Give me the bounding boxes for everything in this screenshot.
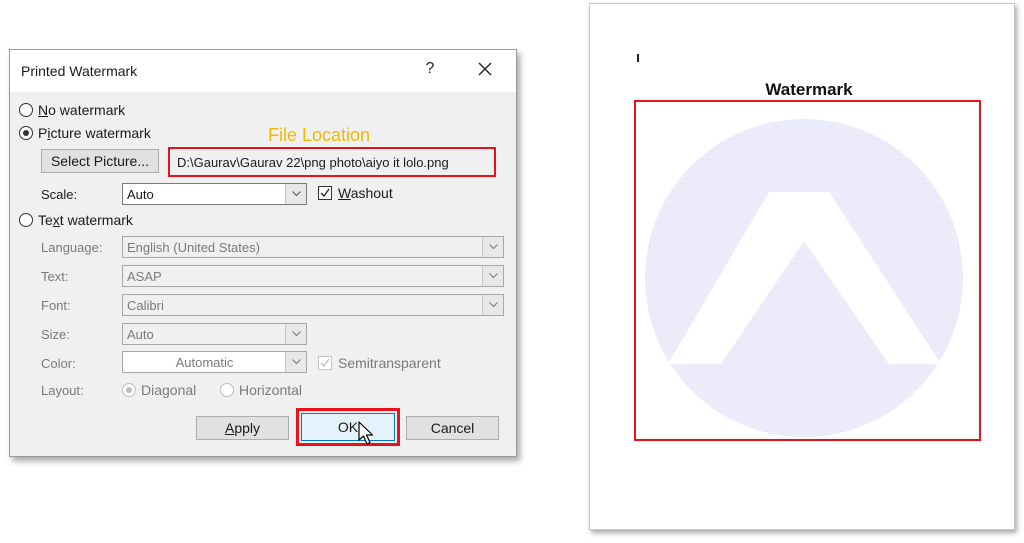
watermark-logo-image — [645, 119, 963, 437]
document-page-preview: Watermark — [589, 3, 1015, 530]
chevron-down-icon[interactable] — [482, 266, 503, 286]
ok-button[interactable]: OK — [301, 413, 395, 441]
dialog-titlebar: Printed Watermark ? — [10, 50, 516, 92]
color-value: Automatic — [175, 355, 234, 370]
page-heading: Watermark — [590, 80, 1014, 100]
no-watermark-label: No watermark — [38, 102, 125, 118]
semitransparent-checkbox[interactable] — [318, 356, 332, 370]
font-label: Font: — [41, 298, 71, 313]
text-watermark-option[interactable]: Text watermark — [19, 212, 133, 228]
text-value: ASAP — [127, 269, 162, 284]
semitransparent-checkbox-row[interactable]: Semitransparent — [318, 355, 441, 371]
accesskey: N — [38, 102, 49, 118]
label-rest: o watermark — [48, 102, 126, 118]
text-cursor — [637, 54, 639, 62]
no-watermark-option[interactable]: No watermark — [19, 102, 125, 118]
scale-value: Auto — [127, 187, 154, 202]
text-watermark-radio[interactable] — [19, 213, 33, 227]
printed-watermark-dialog: Printed Watermark ? No watermark Picture… — [9, 49, 517, 457]
washout-label: Washout — [338, 185, 393, 201]
layout-label: Layout: — [41, 383, 84, 398]
accesskey: x — [52, 212, 60, 228]
checkmark-icon — [320, 358, 330, 368]
close-icon — [478, 62, 492, 76]
picture-path-text: D:\Gaurav\Gaurav 22\png photo\aiyo it lo… — [177, 154, 449, 170]
chevron-down-icon[interactable] — [285, 324, 306, 344]
horizontal-label: Horizontal — [239, 382, 303, 398]
size-label: Size: — [41, 327, 70, 342]
picture-watermark-label: Picture watermark — [38, 125, 151, 141]
scale-dropdown[interactable]: Auto — [122, 183, 307, 205]
dialog-title: Printed Watermark — [21, 63, 138, 79]
apply-label: Apply — [224, 420, 261, 436]
ok-label: OK — [337, 419, 359, 435]
horizontal-radio[interactable] — [220, 383, 234, 397]
font-dropdown[interactable]: Calibri — [122, 294, 504, 316]
size-dropdown[interactable]: Auto — [122, 323, 307, 345]
size-value: Auto — [127, 327, 154, 342]
text-label: Text: — [41, 269, 69, 284]
chevron-down-icon[interactable] — [285, 184, 306, 204]
language-label: Language: — [41, 240, 103, 255]
chevron-down-icon[interactable] — [482, 295, 503, 315]
checkmark-icon — [320, 188, 330, 198]
select-picture-button[interactable]: Select Picture... — [41, 149, 159, 173]
layout-horizontal-option[interactable]: Horizontal — [220, 382, 302, 398]
help-button[interactable]: ? — [420, 60, 440, 80]
cancel-label: Cancel — [430, 420, 475, 436]
diagonal-radio[interactable] — [122, 383, 136, 397]
washout-checkbox-row[interactable]: Washout — [318, 185, 393, 201]
picture-path-display: D:\Gaurav\Gaurav 22\png photo\aiyo it lo… — [168, 147, 496, 177]
cancel-button[interactable]: Cancel — [406, 416, 499, 440]
text-watermark-label: Text watermark — [38, 212, 133, 228]
font-value: Calibri — [127, 298, 164, 313]
heading-text: Watermark — [765, 80, 853, 99]
file-location-annotation: File Location — [268, 125, 371, 145]
close-button[interactable] — [474, 58, 496, 80]
layout-diagonal-option[interactable]: Diagonal — [122, 382, 196, 398]
language-value: English (United States) — [127, 240, 260, 255]
chevron-down-icon[interactable] — [482, 237, 503, 257]
scale-label: Scale: — [41, 187, 78, 202]
color-label: Color: — [41, 356, 76, 371]
color-dropdown[interactable]: Automatic — [122, 351, 307, 373]
diagonal-label: Diagonal — [141, 382, 197, 398]
no-watermark-radio[interactable] — [19, 103, 33, 117]
select-picture-label: Select Picture... — [50, 153, 150, 169]
semitransparent-label: Semitransparent — [338, 355, 441, 371]
watermark-circle — [645, 119, 963, 437]
washout-checkbox[interactable] — [318, 186, 332, 200]
accesskey: i — [47, 125, 51, 141]
picture-watermark-option[interactable]: Picture watermark — [19, 125, 151, 141]
language-dropdown[interactable]: English (United States) — [122, 236, 504, 258]
picture-watermark-radio[interactable] — [19, 126, 33, 140]
apply-button[interactable]: Apply — [196, 416, 289, 440]
chevron-down-icon[interactable] — [285, 352, 306, 372]
mouse-pointer-icon — [358, 421, 374, 445]
text-dropdown[interactable]: ASAP — [122, 265, 504, 287]
watermark-highlight-frame — [634, 100, 981, 441]
